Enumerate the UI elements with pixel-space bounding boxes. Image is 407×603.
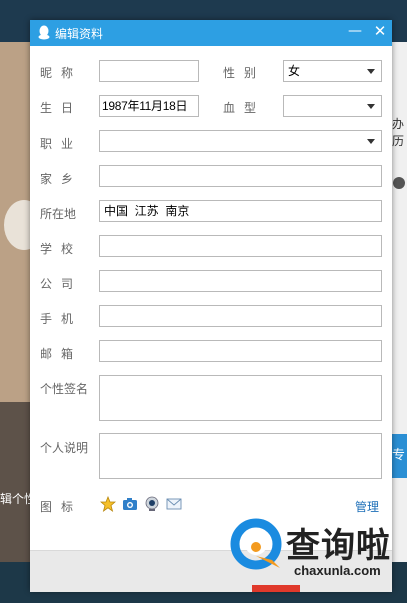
magnifier-logo-icon xyxy=(230,518,282,570)
hometown-label: 家乡 xyxy=(40,172,83,186)
dialog-titlebar[interactable]: 编辑资料 — ✕ xyxy=(30,20,392,46)
blood-type-label: 血型 xyxy=(223,101,266,115)
penguin-icon xyxy=(38,25,50,40)
location-input[interactable]: 中国 江苏 南京 xyxy=(99,200,382,222)
email-input[interactable] xyxy=(99,340,382,362)
school-label: 学校 xyxy=(40,242,83,256)
gender-select[interactable]: 女 xyxy=(283,60,382,82)
nickname-input[interactable] xyxy=(99,60,199,82)
dialog-title: 编辑资料 xyxy=(55,27,104,41)
nickname-label: 昵称 xyxy=(40,66,83,80)
footer-button[interactable] xyxy=(252,585,300,592)
hometown-input[interactable] xyxy=(99,165,382,187)
background-panel xyxy=(0,402,30,562)
watermark-text: 查询啦 xyxy=(286,526,391,566)
description-label: 个人说明 xyxy=(40,441,89,455)
close-button[interactable]: ✕ xyxy=(372,22,388,42)
chevron-down-icon xyxy=(367,69,375,74)
chevron-down-icon xyxy=(367,104,375,109)
occupation-label: 职业 xyxy=(40,137,83,151)
company-input[interactable] xyxy=(99,270,382,292)
background-cut-text: 辑个性 xyxy=(0,492,30,506)
manage-link[interactable]: 管理 xyxy=(355,498,379,515)
birthday-label: 生日 xyxy=(40,101,83,115)
phone-label: 手机 xyxy=(40,312,83,326)
signature-textarea[interactable] xyxy=(99,375,382,421)
signature-label: 个性签名 xyxy=(40,382,89,396)
birthday-input[interactable]: 1987年11月18日 xyxy=(99,95,199,117)
gender-value: 女 xyxy=(288,64,301,78)
company-label: 公司 xyxy=(40,277,83,291)
icons-label: 图标 xyxy=(40,500,83,514)
edit-profile-dialog: 编辑资料 — ✕ 昵称 性别 女 生日 1987年11月18日 血型 职业 家乡… xyxy=(30,20,392,592)
background-right-text: 办历 xyxy=(392,117,405,148)
description-textarea[interactable] xyxy=(99,433,382,479)
mail-icon[interactable] xyxy=(166,496,182,512)
gender-label: 性别 xyxy=(223,66,266,80)
chevron-down-icon xyxy=(367,139,375,144)
occupation-select[interactable] xyxy=(99,130,382,152)
school-input[interactable] xyxy=(99,235,382,257)
background-arrow-icon xyxy=(393,177,405,189)
email-label: 邮箱 xyxy=(40,347,83,361)
star-icon[interactable] xyxy=(100,496,116,512)
minimize-button[interactable]: — xyxy=(348,23,362,41)
watermark-url: chaxunla.com xyxy=(294,563,381,578)
camera-icon[interactable] xyxy=(122,496,138,512)
watermark: 查询啦 chaxunla.com xyxy=(228,516,404,586)
phone-input[interactable] xyxy=(99,305,382,327)
webcam-icon[interactable] xyxy=(144,496,160,512)
background-button[interactable]: 专 xyxy=(392,434,407,478)
blood-type-select[interactable] xyxy=(283,95,382,117)
location-label: 所在地 xyxy=(40,207,77,221)
